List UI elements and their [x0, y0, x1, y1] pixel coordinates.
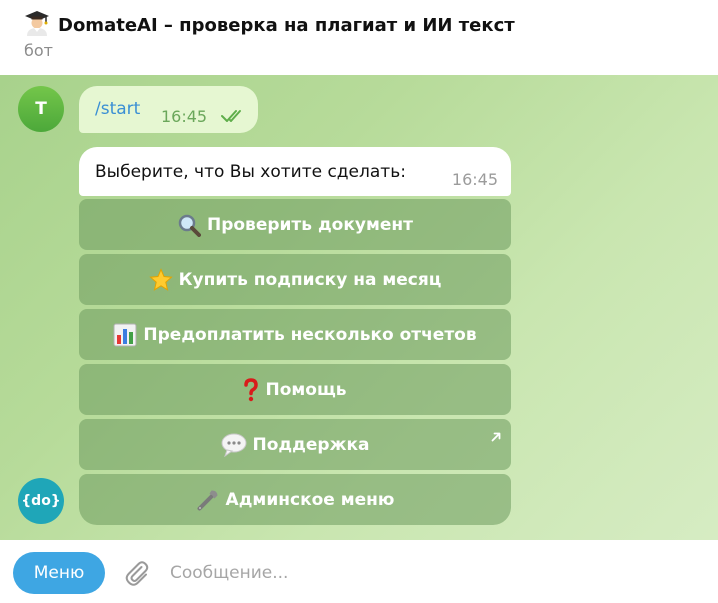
paperclip-icon[interactable] — [121, 557, 153, 589]
star-icon — [148, 267, 173, 292]
admin-menu-label: Админское меню — [225, 489, 395, 510]
chat-subtitle: бот — [24, 41, 53, 60]
speech-bubble-icon — [221, 433, 247, 457]
prepay-reports-button[interactable]: Предоплатить несколько отчетов — [79, 309, 511, 360]
bot-avatar-text: {do} — [21, 493, 61, 509]
chat-header[interactable]: DomateAI – проверка на плагиат и ИИ текс… — [0, 0, 718, 75]
user-message-text[interactable]: /start — [95, 99, 140, 119]
help-label: Помощь — [265, 379, 347, 400]
chat-messages-area[interactable]: T /start 16:45 Выберите, что Вы хотите с… — [0, 75, 718, 540]
bot-message-bubble[interactable]: Выберите, что Вы хотите сделать: 16:45 — [79, 147, 511, 196]
admin-menu-button[interactable]: Админское меню — [79, 474, 511, 525]
bot-avatar[interactable]: {do} — [18, 478, 64, 524]
check-document-label: Проверить документ — [206, 214, 414, 235]
telegram-chat-window: DomateAI – проверка на плагиат и ИИ текс… — [0, 0, 718, 603]
user-message-time: 16:45 — [161, 107, 208, 126]
help-button[interactable]: Помощь — [79, 364, 511, 415]
prepay-reports-label: Предоплатить несколько отчетов — [143, 324, 477, 345]
buy-subscription-button[interactable]: Купить подписку на месяц — [79, 254, 511, 305]
bot-message-time: 16:45 — [451, 170, 498, 189]
chat-title: DomateAI – проверка на плагиат и ИИ текс… — [58, 14, 515, 36]
bot-menu-button[interactable]: Меню — [13, 552, 105, 594]
message-input[interactable] — [170, 558, 690, 588]
user-avatar-letter: T — [35, 99, 47, 119]
wrench-icon — [196, 488, 220, 512]
bar-chart-icon — [113, 323, 137, 347]
bot-message-text: Выберите, что Вы хотите сделать: — [95, 162, 406, 182]
double-check-icon — [221, 108, 245, 127]
user-message-bubble[interactable]: /start 16:45 — [79, 86, 258, 133]
message-composer: Меню — [0, 540, 718, 603]
question-mark-icon — [243, 377, 259, 402]
external-link-arrow-icon — [491, 427, 501, 447]
check-document-button[interactable]: Проверить документ — [79, 199, 511, 250]
magnifier-icon — [177, 213, 201, 237]
support-label: Поддержка — [252, 434, 370, 455]
chat-title-row: DomateAI – проверка на плагиат и ИИ текс… — [24, 10, 515, 40]
user-avatar[interactable]: T — [18, 86, 64, 132]
buy-subscription-label: Купить подписку на месяц — [178, 269, 442, 290]
graduate-emoji-icon — [24, 10, 50, 40]
support-button[interactable]: Поддержка — [79, 419, 511, 470]
